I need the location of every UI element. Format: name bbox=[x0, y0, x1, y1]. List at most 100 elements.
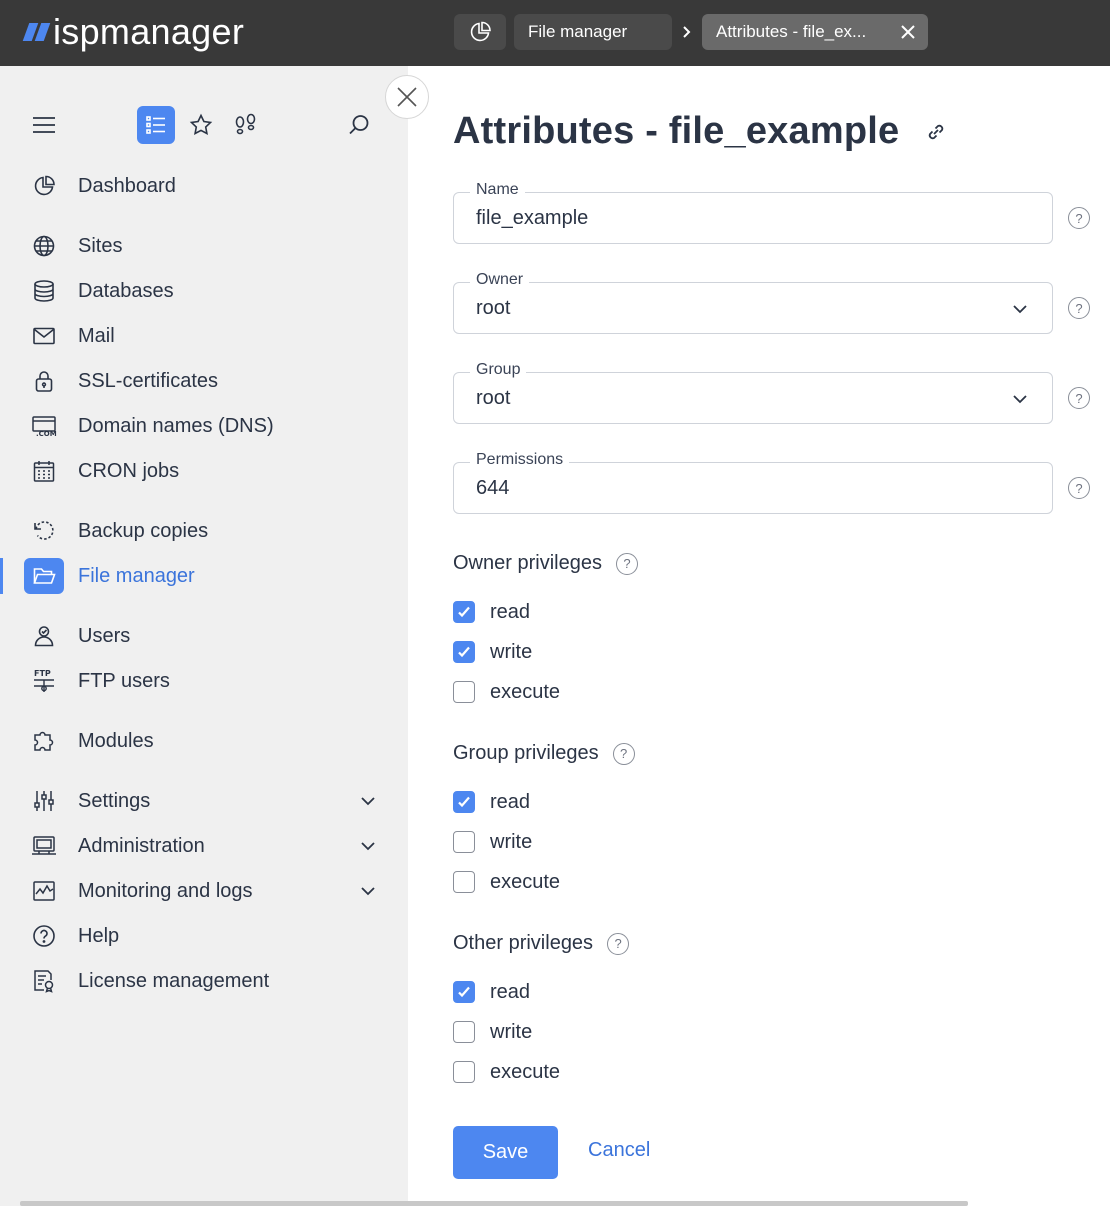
other-write-checkbox[interactable]: write bbox=[453, 1020, 532, 1044]
group-title-text: Owner privileges bbox=[453, 552, 602, 574]
sidebar-item-ssl-certificates[interactable]: SSL-certificates bbox=[24, 363, 384, 399]
sidebar-item-label: SSL-certificates bbox=[78, 369, 219, 392]
checkbox-label: write bbox=[490, 1020, 533, 1043]
checkbox-box[interactable] bbox=[453, 791, 475, 813]
chart-line-icon bbox=[24, 873, 64, 909]
group-label: Group bbox=[470, 361, 527, 379]
help-icon[interactable]: ? bbox=[1068, 387, 1090, 409]
sidebar-item-label: Help bbox=[78, 924, 120, 947]
sidebar-item-backup-copies[interactable]: Backup copies bbox=[24, 513, 384, 549]
logo-mark-icon bbox=[22, 23, 51, 41]
hamburger-menu-icon[interactable] bbox=[25, 106, 63, 144]
tab-attributes[interactable]: Attributes - file_ex... bbox=[702, 14, 928, 50]
help-icon[interactable]: ? bbox=[607, 932, 630, 955]
checkbox-label: write bbox=[490, 640, 533, 663]
owner-select[interactable]: Owner root bbox=[453, 271, 1053, 334]
group-privileges-title: Group privileges ? bbox=[453, 742, 635, 765]
help-icon[interactable]: ? bbox=[615, 552, 638, 575]
checkbox-box[interactable] bbox=[453, 601, 475, 623]
top-bar: ispmanager File manager Attributes - fil… bbox=[0, 0, 1110, 66]
checkbox-box[interactable] bbox=[453, 981, 475, 1003]
sidebar-item-modules[interactable]: Modules bbox=[24, 723, 384, 759]
link-icon[interactable] bbox=[924, 120, 948, 144]
tab-file-manager[interactable]: File manager bbox=[514, 14, 672, 50]
chevron-down-icon[interactable] bbox=[358, 881, 378, 901]
page-title: Attributes - file_example bbox=[453, 110, 900, 152]
close-tab-icon[interactable] bbox=[896, 20, 920, 44]
sidebar-item-monitoring[interactable]: Monitoring and logs bbox=[24, 873, 384, 909]
ispmanager-logo[interactable]: ispmanager bbox=[22, 11, 245, 52]
sidebar-item-ftp-users[interactable]: FTP FTP users bbox=[24, 663, 384, 699]
sidebar-item-users[interactable]: Users bbox=[24, 618, 384, 654]
sidebar-item-mail[interactable]: Mail bbox=[24, 318, 384, 354]
name-value: file_example bbox=[476, 207, 589, 229]
horizontal-scrollbar[interactable] bbox=[20, 1201, 968, 1206]
sidebar-item-label: Domain names (DNS) bbox=[78, 414, 274, 437]
checkbox-label: execute bbox=[490, 870, 561, 893]
chevron-down-icon[interactable] bbox=[358, 791, 378, 811]
menu-list-icon[interactable] bbox=[137, 106, 175, 144]
dashboard-icon bbox=[470, 21, 491, 42]
other-execute-checkbox[interactable]: execute bbox=[453, 1060, 560, 1084]
close-panel-button[interactable] bbox=[385, 75, 429, 119]
help-icon[interactable]: ? bbox=[1068, 207, 1090, 229]
sidebar-item-administration[interactable]: Administration bbox=[24, 828, 384, 864]
group-write-checkbox[interactable]: write bbox=[453, 830, 532, 854]
checkbox-label: execute bbox=[490, 1060, 561, 1083]
sidebar-item-label: FTP users bbox=[78, 669, 170, 692]
help-circle-icon bbox=[24, 918, 64, 954]
chevron-right-icon bbox=[676, 22, 696, 42]
group-read-checkbox[interactable]: read bbox=[453, 790, 530, 814]
sidebar: Dashboard Sites Databases Mail SSL-certi… bbox=[0, 66, 408, 1206]
backup-icon bbox=[24, 513, 64, 549]
checkbox-box[interactable] bbox=[453, 831, 475, 853]
svg-text:.COM: .COM bbox=[36, 430, 57, 438]
checkbox-box[interactable] bbox=[453, 871, 475, 893]
sidebar-item-dashboard[interactable]: Dashboard bbox=[24, 168, 384, 204]
dns-com-icon: .COM bbox=[24, 408, 64, 444]
globe-icon bbox=[24, 228, 64, 264]
logo-text: ispmanager bbox=[53, 11, 245, 52]
owner-read-checkbox[interactable]: read bbox=[453, 600, 530, 624]
monitor-icon bbox=[24, 828, 64, 864]
sidebar-item-databases[interactable]: Databases bbox=[24, 273, 384, 309]
owner-execute-checkbox[interactable]: execute bbox=[453, 680, 560, 704]
help-icon[interactable]: ? bbox=[1068, 297, 1090, 319]
sidebar-item-license-management[interactable]: License management bbox=[24, 963, 384, 999]
star-icon[interactable] bbox=[182, 106, 220, 144]
group-select[interactable]: Group root bbox=[453, 361, 1053, 424]
sidebar-toolbar bbox=[0, 106, 408, 144]
sidebar-item-settings[interactable]: Settings bbox=[24, 783, 384, 819]
save-button[interactable]: Save bbox=[453, 1126, 558, 1179]
group-execute-checkbox[interactable]: execute bbox=[453, 870, 560, 894]
owner-write-checkbox[interactable]: write bbox=[453, 640, 532, 664]
sidebar-item-dns[interactable]: .COM Domain names (DNS) bbox=[24, 408, 384, 444]
footprints-icon[interactable] bbox=[227, 106, 265, 144]
checkbox-box[interactable] bbox=[453, 1021, 475, 1043]
sliders-icon bbox=[24, 783, 64, 819]
tab-label: Attributes - file_ex... bbox=[716, 22, 867, 41]
sidebar-item-label: Settings bbox=[78, 789, 151, 812]
sidebar-item-label: Mail bbox=[78, 324, 115, 347]
checkbox-label: read bbox=[490, 980, 531, 1003]
help-icon[interactable]: ? bbox=[612, 742, 635, 765]
cancel-button[interactable]: Cancel bbox=[588, 1139, 650, 1162]
sidebar-item-help[interactable]: Help bbox=[24, 918, 384, 954]
checkbox-label: read bbox=[490, 790, 531, 813]
sidebar-item-cron-jobs[interactable]: CRON jobs bbox=[24, 453, 384, 489]
checkbox-box[interactable] bbox=[453, 1061, 475, 1083]
tab-dashboard[interactable] bbox=[454, 14, 506, 50]
help-icon[interactable]: ? bbox=[1068, 477, 1090, 499]
permissions-field[interactable]: Permissions 644 bbox=[453, 451, 1053, 514]
checkbox-box[interactable] bbox=[453, 641, 475, 663]
name-field[interactable]: Name file_example bbox=[453, 181, 1053, 244]
chevron-down-icon[interactable] bbox=[358, 836, 378, 856]
search-icon[interactable] bbox=[340, 106, 378, 144]
chevron-down-icon bbox=[1013, 305, 1027, 314]
group-title-text: Other privileges bbox=[453, 932, 594, 954]
sidebar-item-file-manager[interactable]: File manager bbox=[24, 558, 384, 594]
sidebar-item-sites[interactable]: Sites bbox=[24, 228, 384, 264]
calendar-icon bbox=[24, 453, 64, 489]
other-read-checkbox[interactable]: read bbox=[453, 980, 530, 1004]
checkbox-box[interactable] bbox=[453, 681, 475, 703]
